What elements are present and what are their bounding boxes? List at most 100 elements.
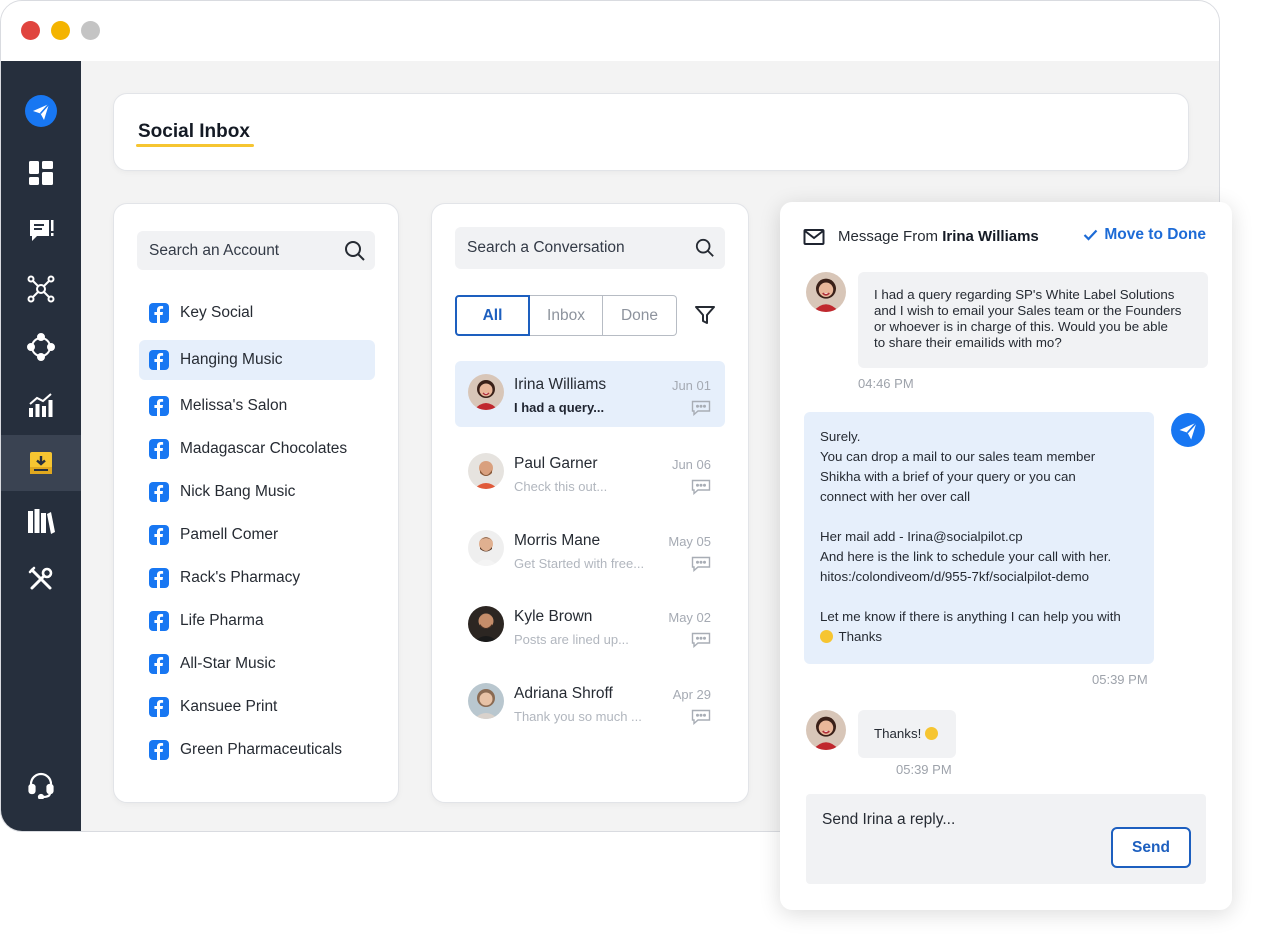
conversation-item[interactable]: Irina Williams I had a query... Jun 01 [455, 361, 725, 427]
message-spacer [820, 507, 1138, 527]
facebook-icon [149, 439, 169, 459]
incoming-message: I had a query regarding SP's White Label… [858, 272, 1208, 368]
posts-icon[interactable] [1, 203, 81, 259]
message-line: I had a query regarding SP's White Label… [874, 287, 1175, 302]
account-search-input[interactable]: Search an Account [137, 231, 375, 270]
conversation-preview: Thank you so much ... [514, 709, 642, 724]
conversation-search-placeholder: Search a Conversation [467, 239, 625, 256]
sidebar [1, 61, 81, 831]
message-line: You can drop a mail to our sales team me… [820, 449, 1096, 464]
conversation-name: Kyle Brown [514, 608, 593, 625]
avatar [468, 530, 504, 566]
conversation-name: Paul Garner [514, 455, 598, 472]
conversation-item[interactable]: Adriana Shroff Thank you so much ... Apr… [455, 670, 725, 736]
facebook-icon [149, 525, 169, 545]
conversation-name: Adriana Shroff [514, 685, 613, 702]
tab-all[interactable]: All [455, 295, 530, 336]
minimize-window-button[interactable] [51, 21, 70, 40]
search-icon[interactable] [335, 240, 375, 262]
facebook-icon [149, 303, 169, 323]
close-window-button[interactable] [21, 21, 40, 40]
page-header: Social Inbox [113, 93, 1189, 171]
conversation-date: Apr 29 [672, 687, 711, 702]
message-from-name: Irina Williams [942, 228, 1039, 245]
account-name: Green Pharmaceuticals [180, 741, 342, 758]
message-line: And here is the link to schedule your ca… [820, 549, 1112, 564]
filter-icon[interactable] [694, 304, 716, 331]
message-line: and I wish to email your Sales team or t… [874, 303, 1182, 318]
account-item[interactable]: Life Pharma [139, 601, 375, 641]
message-line: connect with her over call [820, 489, 971, 504]
account-name: Life Pharma [180, 612, 264, 629]
reply-placeholder: Send Irina a reply... [822, 811, 956, 828]
message-line-with-emoji: Thanks [820, 627, 1138, 647]
message-from-prefix: Message From [838, 228, 939, 245]
tools-icon[interactable] [1, 551, 81, 607]
facebook-icon [149, 611, 169, 631]
account-name: Madagascar Chocolates [180, 440, 348, 457]
conversation-item[interactable]: Kyle Brown Posts are lined up... May 02 [455, 593, 725, 659]
outgoing-message: Surely. You can drop a mail to our sales… [804, 412, 1154, 664]
conversation-panel: Search a Conversation All Inbox Done Iri… [431, 203, 749, 803]
account-name: Hanging Music [180, 351, 283, 368]
tab-inbox[interactable]: Inbox [530, 295, 603, 336]
dashboard-icon[interactable] [1, 145, 81, 201]
comment-icon [691, 556, 711, 577]
mail-icon [803, 228, 825, 251]
account-item[interactable]: Nick Bang Music [139, 472, 375, 512]
account-item[interactable]: All-Star Music [139, 644, 375, 684]
message-line-with-emoji: Thanks! [874, 726, 940, 742]
reply-input[interactable]: Send Irina a reply... Send [806, 794, 1206, 884]
message-line: Surely. [820, 429, 861, 444]
accounts-icon[interactable] [1, 319, 81, 375]
conversation-preview: I had a query... [514, 400, 605, 415]
conversation-item[interactable]: Paul Garner Check this out... Jun 06 [455, 440, 725, 506]
conversation-search-input[interactable]: Search a Conversation [455, 227, 725, 269]
conversation-date: Jun 01 [671, 378, 711, 393]
account-item[interactable]: Kansuee Print [139, 687, 375, 727]
sender-avatar [806, 710, 846, 750]
conversation-date: May 05 [668, 534, 711, 549]
title-underline [136, 144, 254, 147]
account-item[interactable]: Rack's Pharmacy [139, 558, 375, 598]
maximize-window-button[interactable] [81, 21, 100, 40]
sender-avatar [806, 272, 846, 312]
account-item[interactable]: Key Social [139, 293, 375, 333]
message-line: Her mail add - Irina@socialpilot.cp [820, 529, 1023, 544]
move-to-done-button[interactable]: Move to Done [1083, 226, 1206, 244]
account-item[interactable]: Hanging Music [139, 340, 375, 380]
incoming-message: Thanks! [858, 710, 956, 758]
library-icon[interactable] [1, 493, 81, 549]
send-button[interactable]: Send [1111, 827, 1191, 868]
socialpilot-logo-icon [1170, 412, 1206, 453]
conversation-preview: Check this out... [514, 479, 608, 494]
comment-icon [691, 400, 711, 421]
account-item[interactable]: Pamell Comer [139, 515, 375, 555]
conversation-date: May 02 [668, 610, 711, 625]
account-search-placeholder: Search an Account [149, 241, 280, 259]
message-line: hitos:/colondiveom/d/955-7kf/socialpilot… [820, 569, 1090, 584]
conversation-preview: Posts are lined up... [514, 632, 629, 647]
facebook-icon [149, 697, 169, 717]
search-icon[interactable] [685, 238, 725, 258]
account-name: All-Star Music [180, 655, 276, 672]
headset-icon[interactable] [1, 757, 81, 813]
avatar [468, 374, 504, 410]
conversation-item[interactable]: Morris Mane Get Started with free... May… [455, 517, 725, 583]
account-item[interactable]: Green Pharmaceuticals [139, 730, 375, 770]
analytics-icon[interactable] [1, 377, 81, 433]
conversation-name: Irina Williams [514, 376, 607, 393]
account-item[interactable]: Madagascar Chocolates [139, 429, 375, 469]
message-from: Message From Irina Williams [838, 228, 1039, 245]
account-item[interactable]: Melissa's Salon [139, 386, 375, 426]
comment-icon [691, 632, 711, 653]
comment-icon [691, 709, 711, 730]
message-time: 04:46 PM [858, 376, 914, 391]
account-panel: Search an Account Key Social Hanging Mus… [113, 203, 399, 803]
inbox-icon[interactable] [1, 435, 81, 491]
facebook-icon [149, 396, 169, 416]
facebook-icon [149, 350, 169, 370]
connections-icon[interactable] [1, 261, 81, 317]
socialpilot-logo-icon[interactable] [1, 83, 81, 139]
tab-done[interactable]: Done [603, 295, 677, 336]
